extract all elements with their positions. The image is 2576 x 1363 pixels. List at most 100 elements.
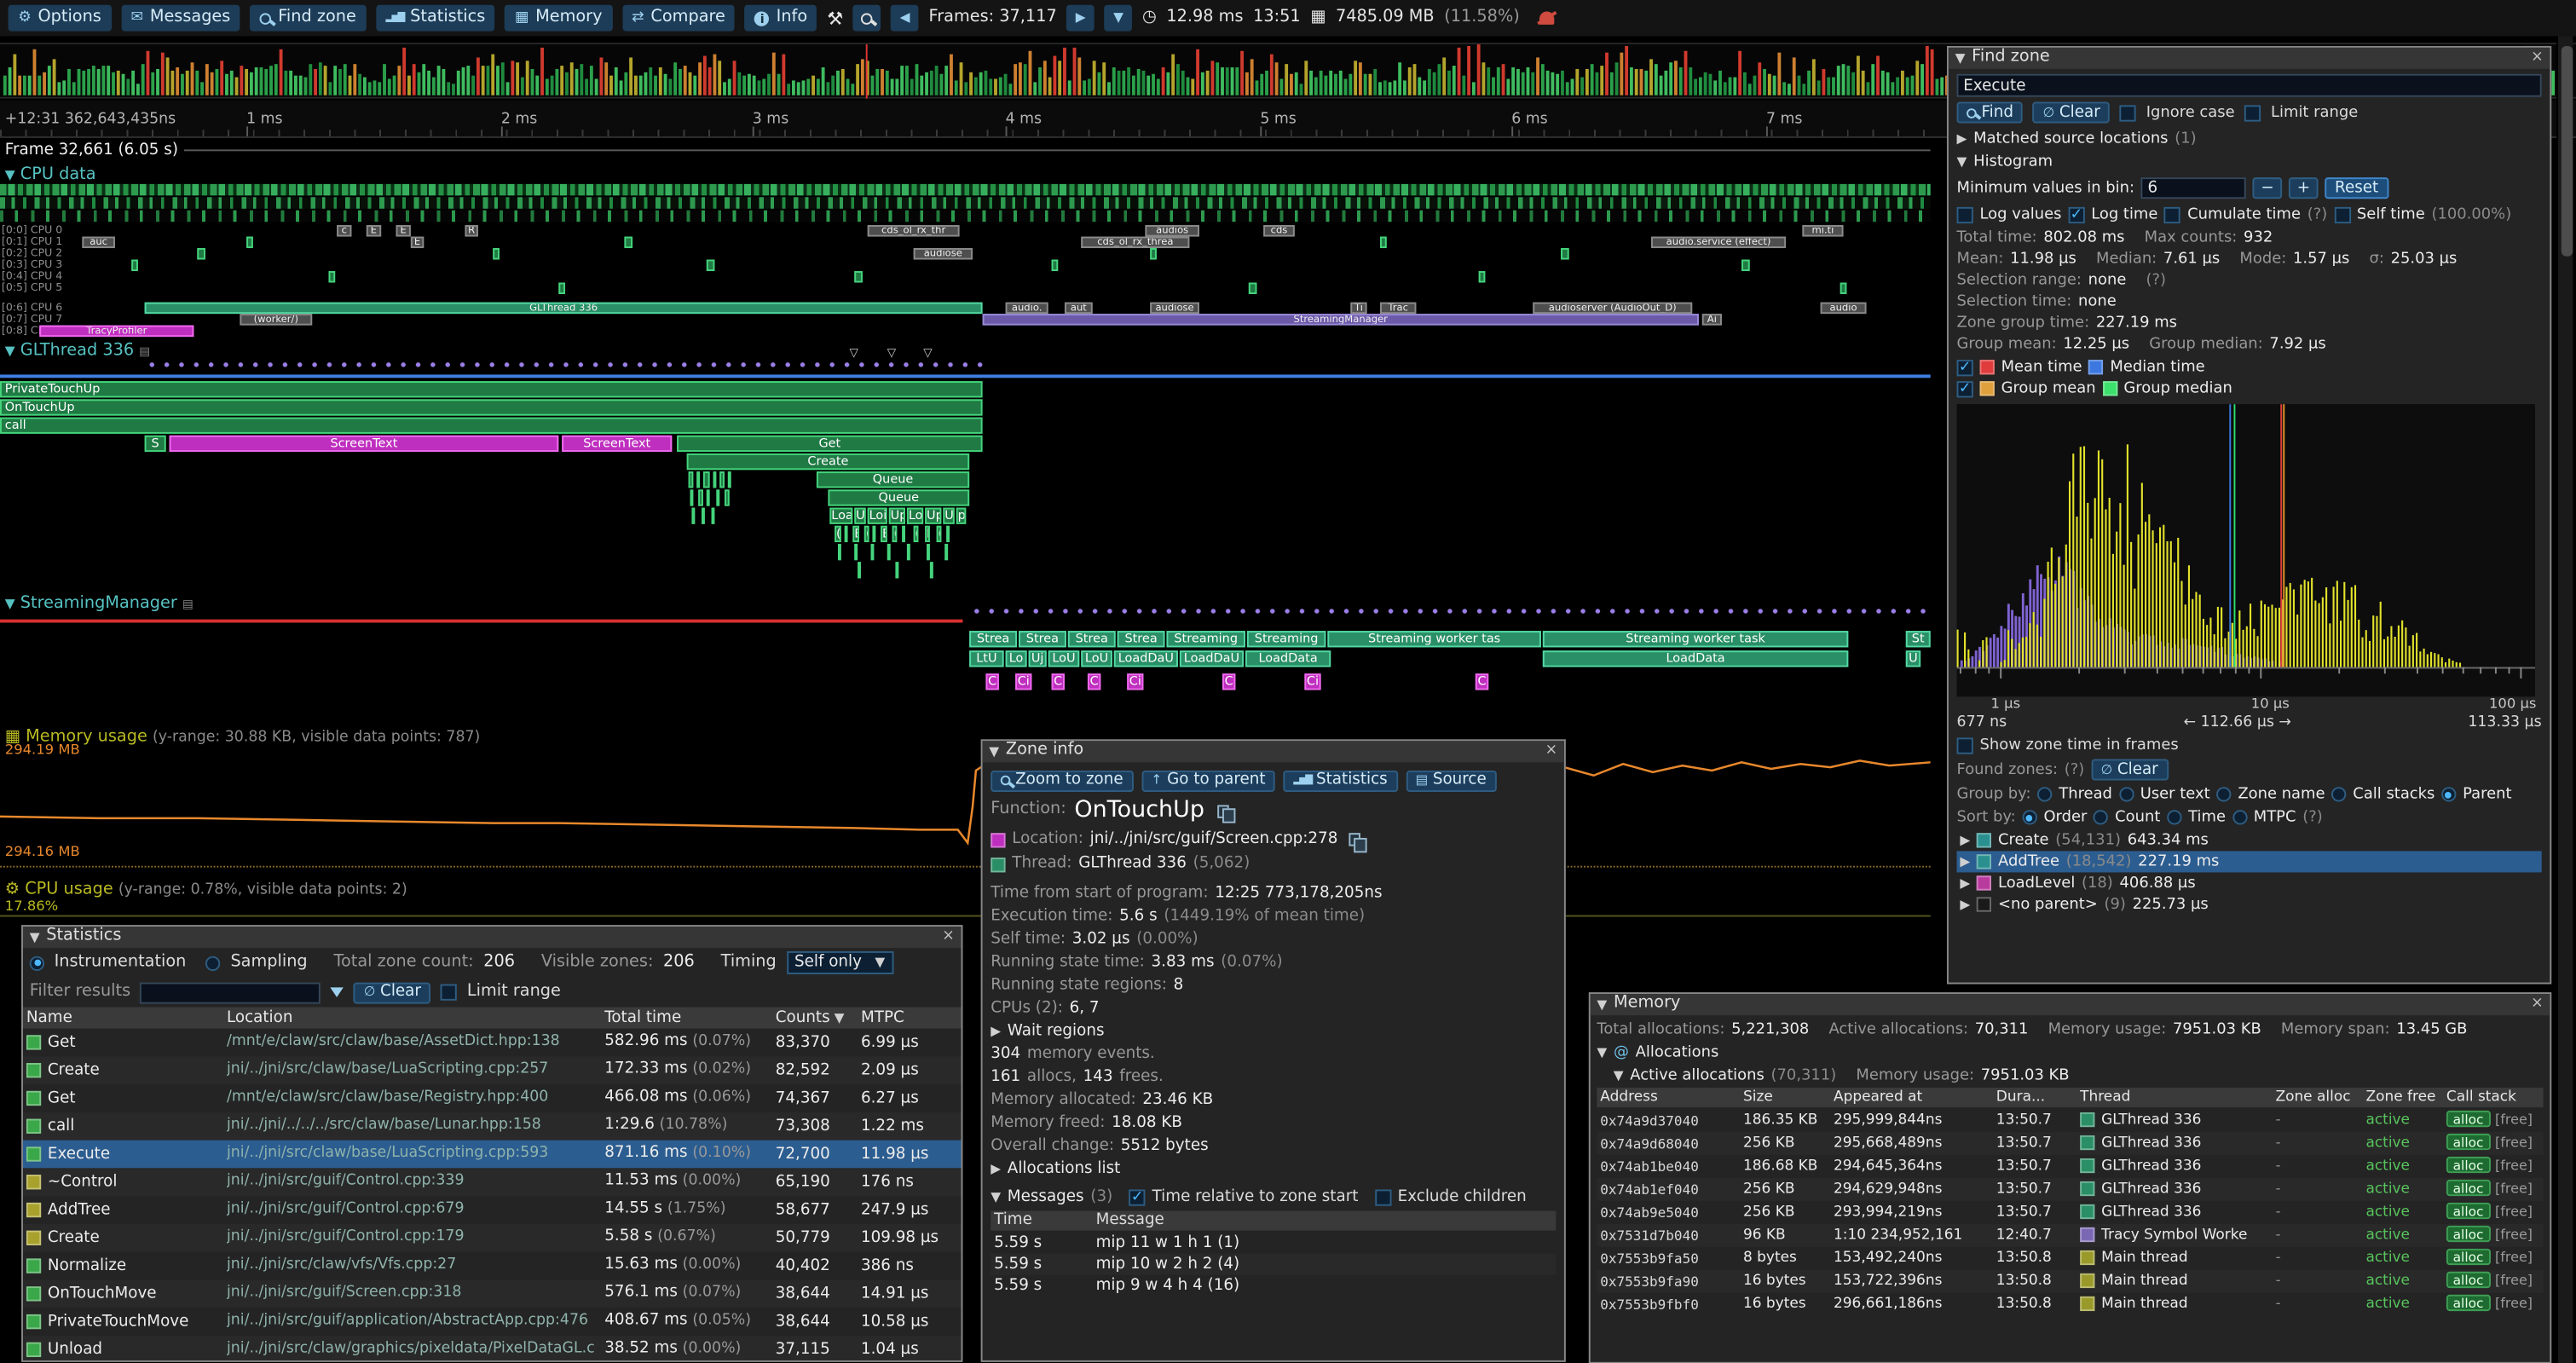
copy-icon[interactable] bbox=[1349, 833, 1360, 846]
checkbox[interactable]: ✓ bbox=[1957, 359, 1973, 375]
cpu-zone[interactable]: cds_ol_rx_thr bbox=[868, 225, 960, 236]
zone-info-titlebar[interactable]: ▼ Zone info × bbox=[983, 741, 1564, 762]
section-glthread[interactable]: ▼ GLThread 336 ▤ bbox=[5, 342, 150, 362]
thread-zone[interactable]: Queue bbox=[828, 489, 969, 505]
message-row[interactable]: 5.59 smip 10 w 2 h 2 (4) bbox=[991, 1254, 1556, 1275]
thread-zone[interactable] bbox=[871, 544, 875, 560]
notifications-muted-icon[interactable] bbox=[1539, 11, 1554, 24]
allocation-row[interactable]: 0x7553b9fa9016 bytes153,722,396ns13:50.8… bbox=[1597, 1270, 2543, 1293]
cpu-zone[interactable]: c bbox=[337, 225, 351, 236]
thread-zone[interactable] bbox=[858, 562, 861, 578]
column-header[interactable]: Dura... bbox=[1996, 1089, 2076, 1106]
thread-zone[interactable] bbox=[698, 489, 703, 505]
cpu-zone[interactable]: TracyProfiler bbox=[39, 326, 193, 337]
streaming-zone[interactable]: Lo bbox=[1006, 650, 1027, 667]
alloc-button[interactable]: alloc bbox=[2446, 1226, 2490, 1242]
toolbar-button-options[interactable]: ⚙Options bbox=[9, 5, 112, 32]
cpu-zone[interactable] bbox=[246, 237, 253, 248]
thread-zone[interactable] bbox=[696, 471, 700, 488]
search-query-input[interactable] bbox=[1957, 74, 2542, 97]
alloc-button[interactable]: alloc bbox=[2446, 1157, 2490, 1173]
thread-zone[interactable]: ( bbox=[914, 526, 919, 542]
radio[interactable] bbox=[2167, 811, 2181, 825]
collapse-icon[interactable]: ▼ bbox=[1614, 1067, 1624, 1083]
cpu-zone[interactable] bbox=[131, 260, 138, 271]
cpu-zone[interactable]: audio. bbox=[1006, 303, 1048, 314]
thread-zone[interactable] bbox=[728, 471, 731, 488]
thread-zone[interactable] bbox=[845, 526, 848, 542]
cpu-zone[interactable] bbox=[707, 260, 715, 271]
cpu-zone[interactable] bbox=[328, 271, 335, 282]
checkbox[interactable]: ✓ bbox=[2068, 206, 2084, 222]
memory-titlebar[interactable]: ▼ Memory × bbox=[1591, 994, 2550, 1015]
radio[interactable] bbox=[2037, 788, 2052, 802]
cpu-zone[interactable]: Ai bbox=[1702, 314, 1722, 325]
find-zone-titlebar[interactable]: ▼ Find zone × bbox=[1949, 48, 2550, 69]
reset-button[interactable]: Reset bbox=[2325, 177, 2388, 199]
thread-zone[interactable] bbox=[703, 471, 710, 488]
column-header[interactable]: Thread bbox=[2080, 1089, 2271, 1106]
column-header[interactable]: Name bbox=[26, 1008, 220, 1028]
min-bin-input[interactable] bbox=[2141, 177, 2246, 199]
thread-zone[interactable]: PrivateTouchUp bbox=[0, 381, 983, 397]
statistics-row[interactable]: OnTouchMovejni/../jni/src/guif/Screen.cp… bbox=[23, 1279, 962, 1308]
alloc-button[interactable]: alloc bbox=[2446, 1180, 2490, 1196]
streaming-zone[interactable]: Strea bbox=[969, 631, 1017, 647]
statistics-row[interactable]: Get/mnt/e/claw/src/claw/base/AssetDict.h… bbox=[23, 1029, 962, 1057]
radio[interactable] bbox=[2216, 788, 2231, 802]
cpu-zone[interactable] bbox=[1052, 260, 1059, 271]
statistics-row[interactable]: Createjni/../jni/src/claw/base/LuaScript… bbox=[23, 1056, 962, 1084]
statistics-row[interactable]: Createjni/../jni/src/guif/Control.cpp:17… bbox=[23, 1224, 962, 1252]
column-header[interactable]: MTPC bbox=[861, 1008, 958, 1028]
column-header[interactable]: Zone alloc bbox=[2275, 1089, 2360, 1106]
cpu-zone[interactable]: (worker/) bbox=[240, 314, 312, 325]
streaming-zone[interactable]: Strea bbox=[1019, 631, 1066, 647]
message-row[interactable]: 5.59 smip 9 w 4 h 4 (16) bbox=[991, 1275, 1556, 1297]
zone-info-button-statistics[interactable]: ▂▅▇Statistics bbox=[1284, 770, 1398, 791]
statistics-row[interactable]: Get/mnt/e/claw/src/claw/base/Registry.hp… bbox=[23, 1084, 962, 1112]
cpu-zone[interactable]: Ti bbox=[1350, 303, 1366, 314]
cpu-activity-texture[interactable] bbox=[0, 211, 1931, 222]
thread-zone[interactable]: ( bbox=[937, 526, 942, 542]
thread-zone[interactable] bbox=[854, 544, 858, 560]
checkbox[interactable] bbox=[2164, 206, 2180, 222]
scrollbar-thumb[interactable] bbox=[2561, 46, 2572, 257]
thread-zone[interactable]: Get bbox=[677, 436, 982, 452]
collapse-icon[interactable]: ▼ bbox=[1955, 50, 1966, 66]
zone-info-button-go-to-parent[interactable]: ↑Go to parent bbox=[1141, 770, 1275, 791]
streaming-zone[interactable]: Strea bbox=[1118, 631, 1165, 647]
column-header[interactable]: Counts ▼ bbox=[776, 1008, 855, 1028]
streaming-zone[interactable]: St bbox=[1906, 631, 1931, 647]
exclude-children-checkbox[interactable] bbox=[1375, 1189, 1391, 1205]
column-header[interactable]: Total time bbox=[604, 1008, 769, 1028]
thread-zone[interactable]: Queue bbox=[817, 471, 969, 488]
column-header[interactable]: Zone free bbox=[2365, 1089, 2441, 1106]
vertical-scrollbar[interactable] bbox=[2556, 36, 2573, 1363]
thread-zone[interactable]: ( bbox=[892, 526, 898, 542]
cpu-zone[interactable]: E bbox=[396, 225, 411, 236]
streaming-zone[interactable]: LoU bbox=[1081, 650, 1112, 667]
cpu-zone[interactable] bbox=[1249, 283, 1257, 294]
streaming-zone[interactable]: U bbox=[1906, 650, 1920, 667]
copy-icon[interactable] bbox=[1217, 804, 1228, 817]
thread-zone[interactable]: Up bbox=[925, 508, 941, 524]
allocation-row[interactable]: 0x7553b9fa508 bytes153,492,240ns13:50.8M… bbox=[1597, 1247, 2543, 1270]
next-frame-button[interactable]: ▶ bbox=[1066, 5, 1095, 32]
cpu-zone[interactable]: E bbox=[411, 237, 424, 248]
limit-range-checkbox[interactable] bbox=[2244, 104, 2261, 120]
cpu-zone[interactable] bbox=[1840, 283, 1847, 294]
search-button[interactable] bbox=[853, 5, 881, 32]
streaming-zone[interactable]: LoadDaU bbox=[1180, 650, 1244, 667]
timing-dropdown[interactable]: Self only▼ bbox=[786, 951, 893, 974]
thread-zone[interactable]: ( bbox=[864, 526, 869, 542]
cpu-zone[interactable]: cds_ol_rx_threa bbox=[1081, 237, 1189, 248]
thread-zone[interactable] bbox=[716, 489, 719, 505]
toolbar-button-compare[interactable]: ⇄Compare bbox=[622, 5, 736, 32]
streaming-zone[interactable]: LoadData bbox=[1543, 650, 1848, 667]
radio[interactable] bbox=[2441, 788, 2456, 802]
found-zone-row[interactable]: ▶LoadLevel(18)406.88 µs bbox=[1957, 873, 2542, 894]
streaming-zone[interactable]: C bbox=[1476, 673, 1488, 690]
thread-zone[interactable]: ScreenText bbox=[562, 436, 672, 452]
alloc-button[interactable]: alloc bbox=[2446, 1134, 2490, 1150]
thread-zone[interactable]: OnTouchUp bbox=[0, 399, 983, 415]
